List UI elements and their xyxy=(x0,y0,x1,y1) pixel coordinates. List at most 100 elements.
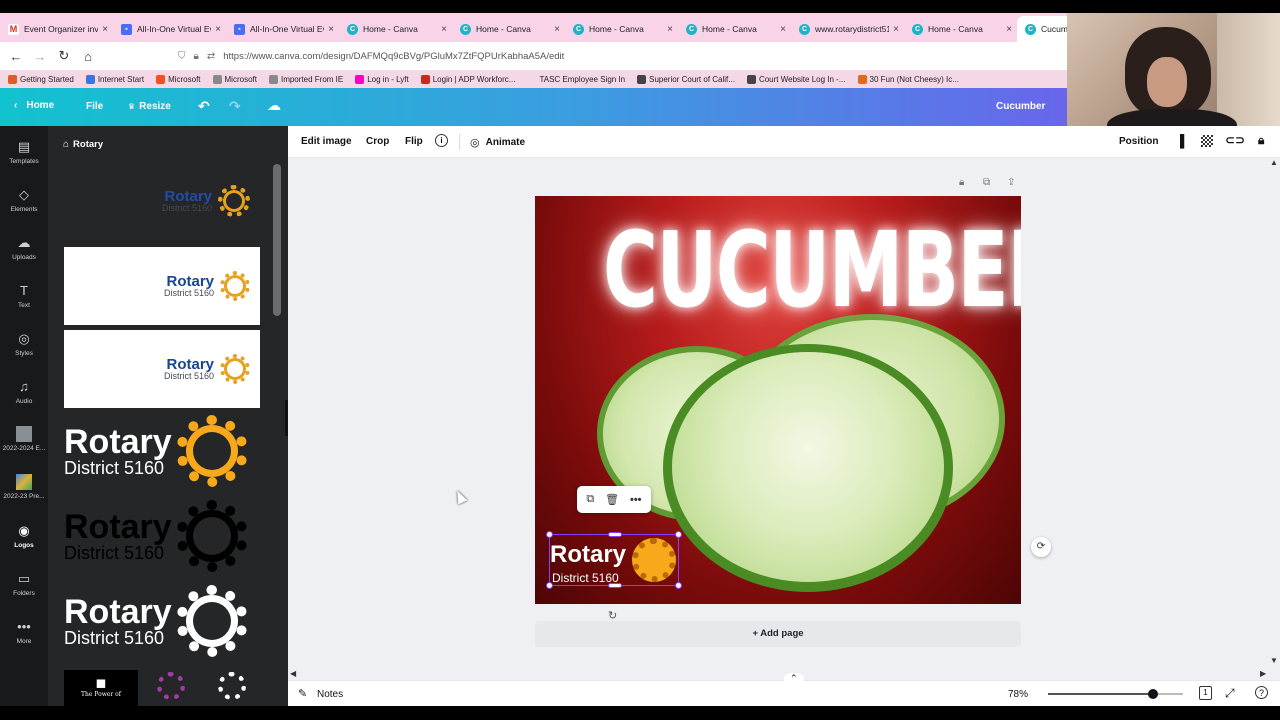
rotary-logo-option[interactable]: Rotary District 5160 xyxy=(64,413,260,489)
rotary-logo-option[interactable]: Rotary District 5160 xyxy=(64,498,260,574)
browser-tab[interactable]: C Home - Canva × xyxy=(565,16,678,42)
link-icon[interactable]: ⊂⊃ xyxy=(1225,133,1245,147)
bookmark-item[interactable]: TASC Employee Sign In xyxy=(527,74,625,84)
redo-icon[interactable]: ↷ xyxy=(229,98,241,115)
rail-item[interactable]: ♫ Audio xyxy=(0,378,48,414)
canvas-scrollbar[interactable]: ▲ ▼ xyxy=(1268,158,1280,680)
close-tab-icon[interactable]: × xyxy=(102,24,108,35)
scroll-down-icon[interactable]: ▼ xyxy=(1270,656,1278,665)
close-tab-icon[interactable]: × xyxy=(780,24,786,35)
lock-icon[interactable]: 🔒︎ xyxy=(1258,133,1264,148)
position-button[interactable]: Position xyxy=(1119,136,1158,147)
bookmark-item[interactable]: Internet Start xyxy=(85,74,144,84)
bookmark-item[interactable]: 30 Fun (Not Cheesy) Ic... xyxy=(857,74,959,84)
page-count-icon[interactable]: 1 xyxy=(1199,686,1212,700)
add-page-button[interactable]: + Add page xyxy=(535,621,1021,647)
more-options-icon[interactable]: ••• xyxy=(630,494,642,506)
browser-tab[interactable]: C Home - Canva × xyxy=(678,16,791,42)
design-headline[interactable]: CUCUMBER xyxy=(603,218,1021,322)
resize-handle-bl[interactable] xyxy=(546,582,553,589)
rail-item[interactable]: 2022-23 Pre... xyxy=(0,474,48,510)
scroll-right-icon[interactable]: ▶ xyxy=(1260,669,1266,678)
animate-button[interactable]: ◎ Animate xyxy=(470,136,525,149)
resize-handle-tl[interactable] xyxy=(546,531,553,538)
close-tab-icon[interactable]: × xyxy=(441,24,447,35)
reload-icon[interactable]: ↻ xyxy=(52,48,76,64)
rail-item[interactable]: 2022-2024 E... xyxy=(0,426,48,462)
trash-icon[interactable]: 🗑︎ xyxy=(605,493,619,506)
selected-logo-element[interactable]: Rotary District 5160 xyxy=(546,531,682,589)
close-tab-icon[interactable]: × xyxy=(328,24,334,35)
browser-tab[interactable]: C Home - Canva × xyxy=(452,16,565,42)
bookmark-item[interactable]: Superior Court of Calif... xyxy=(637,74,735,84)
rail-item[interactable]: ▭ Folders xyxy=(0,570,48,606)
bookmark-item[interactable]: Microsoft xyxy=(212,74,257,84)
browser-tab[interactable]: ▪ All-In-One Virtual Ev × xyxy=(113,16,226,42)
share-page-icon[interactable]: ⇪ xyxy=(1007,177,1015,188)
browser-tab[interactable]: M Event Organizer invit × xyxy=(0,16,113,42)
bookmark-item[interactable]: Court Website Log In -... xyxy=(746,74,846,84)
magic-refresh-icon[interactable]: ⟳ xyxy=(1031,537,1051,557)
browser-tab[interactable]: Cwww.rotarydistrict51(× xyxy=(791,16,904,42)
rail-item[interactable]: ◎ Styles xyxy=(0,330,48,366)
transparency-icon[interactable] xyxy=(1201,135,1213,147)
scroll-left-icon[interactable]: ◀ xyxy=(290,669,296,678)
bookmark-item[interactable]: Imported From IE xyxy=(268,74,343,84)
notes-button[interactable]: Notes xyxy=(317,689,343,700)
file-button[interactable]: File xyxy=(86,101,103,112)
lock-page-icon[interactable]: 🔒︎ xyxy=(959,177,964,188)
help-icon[interactable]: ? xyxy=(1255,686,1268,699)
resize-handle-bottom[interactable] xyxy=(608,583,622,588)
rotary-logo-option[interactable]: Rotary District 5160 xyxy=(64,583,260,659)
flip-button[interactable]: Flip xyxy=(405,136,423,147)
logo-thumb-purple-wheel[interactable] xyxy=(153,670,189,706)
close-tab-icon[interactable]: × xyxy=(215,24,221,35)
browser-tab[interactable]: C Home - Canva × xyxy=(904,16,1017,42)
forward-icon[interactable]: → xyxy=(28,49,52,64)
bookmark-item[interactable]: Getting Started xyxy=(8,74,74,84)
panel-title[interactable]: ⌂ Rotary xyxy=(63,139,103,150)
bookmark-item[interactable]: Login | ADP Workforc... xyxy=(420,74,515,84)
close-tab-icon[interactable]: × xyxy=(1006,24,1012,35)
rotary-logo-option[interactable]: Rotary District 5160 xyxy=(64,330,260,408)
resize-button[interactable]: ♛ Resize xyxy=(128,101,171,112)
browser-tab[interactable]: C Home - Canva × xyxy=(339,16,452,42)
bookmark-item[interactable]: Log in - Lyft xyxy=(355,74,409,84)
rail-item[interactable]: T Text xyxy=(0,282,48,318)
duplicate-icon[interactable]: ⧉ xyxy=(586,493,594,506)
bookmark-item[interactable]: Microsoft xyxy=(156,74,201,84)
rotary-logo-option[interactable]: Rotary District 5160 xyxy=(64,166,260,236)
fullscreen-icon[interactable]: ⤢ xyxy=(1225,686,1235,701)
crop-button[interactable]: Crop xyxy=(366,136,389,147)
logo-thumb-power-of[interactable]: ◼ The Power of xyxy=(64,670,138,710)
resize-handle-top[interactable] xyxy=(608,532,622,537)
close-tab-icon[interactable]: × xyxy=(893,24,899,35)
close-tab-icon[interactable]: × xyxy=(554,24,560,35)
close-tab-icon[interactable]: × xyxy=(667,24,673,35)
rail-item[interactable]: ••• More xyxy=(0,618,48,654)
notes-icon[interactable]: ✎ xyxy=(298,687,307,700)
scroll-up-icon[interactable]: ▲ xyxy=(1270,158,1278,167)
show-pages-icon[interactable]: ⌃ xyxy=(784,673,804,684)
back-icon[interactable]: ← xyxy=(4,49,28,64)
zoom-slider[interactable] xyxy=(1048,689,1183,699)
rail-item[interactable]: ◇ Elements xyxy=(0,186,48,222)
logo-thumb-white-wheel[interactable] xyxy=(214,670,250,706)
undo-icon[interactable]: ↶ xyxy=(198,98,210,115)
paint-roller-icon[interactable]: ▌ xyxy=(1180,134,1189,148)
rail-item[interactable]: ◉ Logos xyxy=(0,522,48,558)
panel-scrollbar[interactable] xyxy=(273,164,281,316)
rail-item[interactable]: ▤ Templates xyxy=(0,138,48,174)
project-name[interactable]: Cucumber xyxy=(996,101,1045,112)
duplicate-page-icon[interactable]: ⧉ xyxy=(983,177,990,188)
home-icon[interactable]: ⌂ xyxy=(76,49,100,64)
browser-tab[interactable]: ▪ All-In-One Virtual Ev × xyxy=(226,16,339,42)
rail-item[interactable]: ☁ Uploads xyxy=(0,234,48,270)
zoom-slider-knob[interactable] xyxy=(1148,689,1159,699)
edit-image-button[interactable]: Edit image xyxy=(301,136,352,147)
cloud-save-icon[interactable]: ☁ xyxy=(267,97,281,114)
home-button[interactable]: ‹ Home xyxy=(14,100,54,111)
resize-handle-tr[interactable] xyxy=(675,531,682,538)
rotary-logo-option[interactable]: Rotary District 5160 xyxy=(64,247,260,325)
url-field[interactable]: ⛉ 🔒︎ ⇄ https://www.canva.com/design/DAFM… xyxy=(178,47,1068,66)
